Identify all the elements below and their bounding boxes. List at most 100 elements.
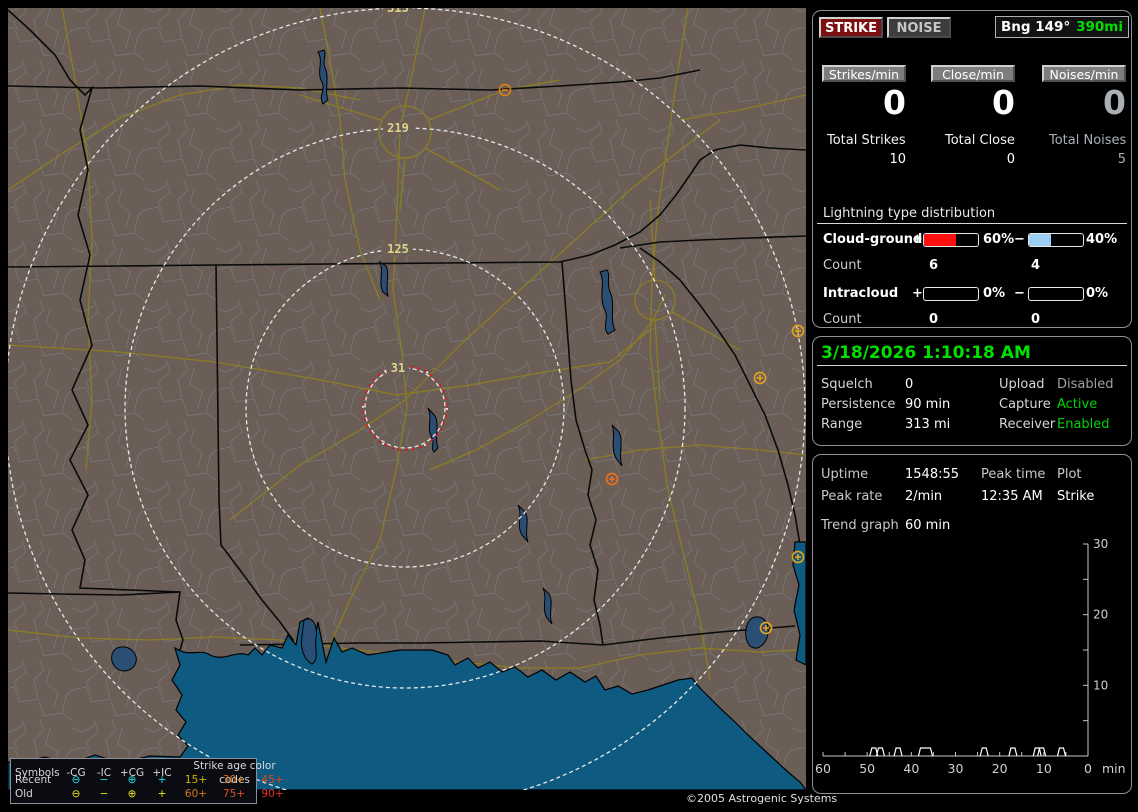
squelch-label: Squelch (821, 377, 873, 392)
map-legend: Symbols -CG -IC +CG +IC Strike age color… (10, 758, 284, 804)
age-75: 75+ (222, 788, 246, 800)
trend-xtick-20: 20 (992, 761, 1008, 776)
intracloud-count-row: Count 0 0 (813, 312, 1131, 328)
cg-positive-bar (923, 233, 979, 247)
legend-recent-label: Recent (15, 774, 52, 786)
ring-label-313: 313 (387, 8, 409, 15)
total-strikes-value: 10 (889, 152, 906, 167)
peak-rate-label: Peak rate (821, 489, 883, 504)
trend-ytick-10: 10 (1093, 678, 1108, 692)
status-row: Persistence 90 min Capture Active (813, 397, 1131, 413)
trend-axes (822, 543, 1089, 757)
status-row: Range 313 mi Receiver Enabled (813, 417, 1131, 433)
plot-mode-value: Strike (1057, 489, 1095, 504)
cloud-ground-count-row: Count 6 4 (813, 258, 1131, 274)
ring-label-125: 125 (387, 242, 409, 256)
age-30: 30+ (222, 774, 246, 786)
upload-status: Disabled (1057, 377, 1114, 392)
cg-negative-bar (1028, 233, 1084, 247)
neg-cg-old-icon: ⊖ (71, 788, 81, 800)
cg-positive-percent: 60% (983, 232, 1015, 247)
status-row: Squelch 0 Upload Disabled (813, 377, 1131, 393)
ic-negative-count: 0 (1031, 312, 1041, 327)
pos-ic-old-icon: + (157, 788, 167, 800)
trend-xtick-50: 50 (859, 761, 875, 776)
trend-graph-row: Trend graph 60 min (813, 518, 1131, 534)
minus-sign: − (1014, 232, 1025, 247)
uptime-label: Uptime (821, 467, 869, 482)
strikes-per-min-label: Strikes/min (822, 65, 906, 82)
ring-label-219: 219 (387, 121, 409, 135)
peak-rate-value: 2/min (905, 489, 943, 504)
trend-xtick-0: 0 (1084, 761, 1092, 776)
strike-button[interactable]: STRIKE (819, 17, 883, 38)
trend-ytick-20: 20 (1093, 608, 1108, 622)
trend-xtick-10: 10 (1036, 761, 1052, 776)
trend-ytick-30: 30 (1093, 537, 1108, 551)
pos-cg-old-icon: ⊕ (127, 788, 137, 800)
pos-cg-recent-icon: ⊕ (127, 774, 137, 786)
clock-display: 3/18/2026 1:10:18 AM (821, 343, 1031, 363)
minus-sign: − (1014, 286, 1025, 301)
trend-x-unit-label: min (1102, 761, 1126, 776)
timestamp-divider (817, 365, 1127, 366)
lightning-map[interactable]: 313 219 125 31 Symbols -CG -IC +CG +IC Stri… (8, 8, 806, 804)
persistence-value: 90 min (905, 397, 951, 412)
receiver-label: Receiver (999, 417, 1056, 432)
distribution-title: Lightning type distribution (823, 206, 996, 221)
bearing-value: Bng 149° (1001, 19, 1071, 35)
map-canvas: 313 219 125 31 (8, 8, 806, 790)
copyright-text: ©2005 Astrogenic Systems (686, 792, 838, 805)
neg-ic-old-icon: − (99, 788, 109, 800)
plus-sign: + (912, 286, 923, 301)
ring-label-31: 31 (391, 361, 405, 375)
range-label: Range (821, 417, 863, 432)
count-label: Count (823, 312, 862, 327)
status-box: 3/18/2026 1:10:18 AM Squelch 0 Upload Di… (812, 336, 1132, 446)
noise-button[interactable]: NOISE (887, 17, 951, 38)
legend-recent-row: Recent ⊖ − ⊕ + 15+ 30+ 45+ (11, 773, 284, 787)
trend-xtick-30: 30 (948, 761, 964, 776)
plus-sign: + (912, 232, 923, 247)
range-to-storm-value: 390mi (1076, 19, 1123, 35)
count-label: Count (823, 258, 862, 273)
total-close-value: 0 (1006, 152, 1015, 167)
stats-row: Peak rate 2/min 12:35 AM Strike (813, 489, 1131, 505)
peak-time-value: 12:35 AM (981, 489, 1043, 504)
trend-series-strikes (869, 747, 1067, 757)
strike-summary-box: STRIKE NOISE Bng 149° 390mi Strikes/min … (812, 10, 1132, 328)
cg-negative-percent: 40% (1086, 232, 1118, 247)
age-45: 45+ (261, 774, 284, 786)
plot-label: Plot (1057, 467, 1082, 482)
stats-row: Uptime 1548:55 Peak time Plot (813, 467, 1131, 483)
pos-ic-recent-icon: + (157, 774, 167, 786)
uptime-value: 1548:55 (905, 467, 960, 482)
capture-status: Active (1057, 397, 1098, 412)
app-window: { "panel": { "header": { "strike_label":… (0, 0, 1138, 812)
age-15: 15+ (184, 774, 208, 786)
trend-graph-label: Trend graph (821, 518, 899, 533)
trend-xtick-40: 40 (903, 761, 919, 776)
total-close-label: Total Close (945, 133, 1015, 148)
trend-xtick-60: 60 (815, 761, 831, 776)
capture-label: Capture (999, 397, 1051, 412)
noises-per-min-label: Noises/min (1042, 65, 1126, 82)
ic-positive-bar (923, 287, 979, 301)
total-strikes-label: Total Strikes (827, 133, 906, 148)
persistence-label: Persistence (821, 397, 896, 412)
intracloud-label: Intracloud (823, 286, 899, 301)
receiver-status: Enabled (1057, 417, 1110, 432)
legend-header-row: Symbols -CG -IC +CG +IC Strike age color… (11, 759, 276, 786)
strikes-per-min-value: 0 (883, 83, 906, 122)
total-noises-value: 5 (1117, 152, 1126, 167)
trend-graph: 10 20 30 60 50 40 30 20 10 0 min (815, 537, 1126, 776)
stats-trend-box: Uptime 1548:55 Peak time Plot Peak rate … (812, 454, 1132, 794)
bearing-range-display: Bng 149° 390mi (995, 16, 1129, 38)
noises-per-min-value: 0 (1103, 83, 1126, 122)
age-90: 90+ (261, 788, 284, 800)
squelch-value: 0 (905, 377, 914, 392)
close-per-min-value: 0 (992, 83, 1015, 122)
age-60: 60+ (184, 788, 208, 800)
peak-time-label: Peak time (981, 467, 1046, 482)
legend-old-label: Old (15, 788, 33, 800)
